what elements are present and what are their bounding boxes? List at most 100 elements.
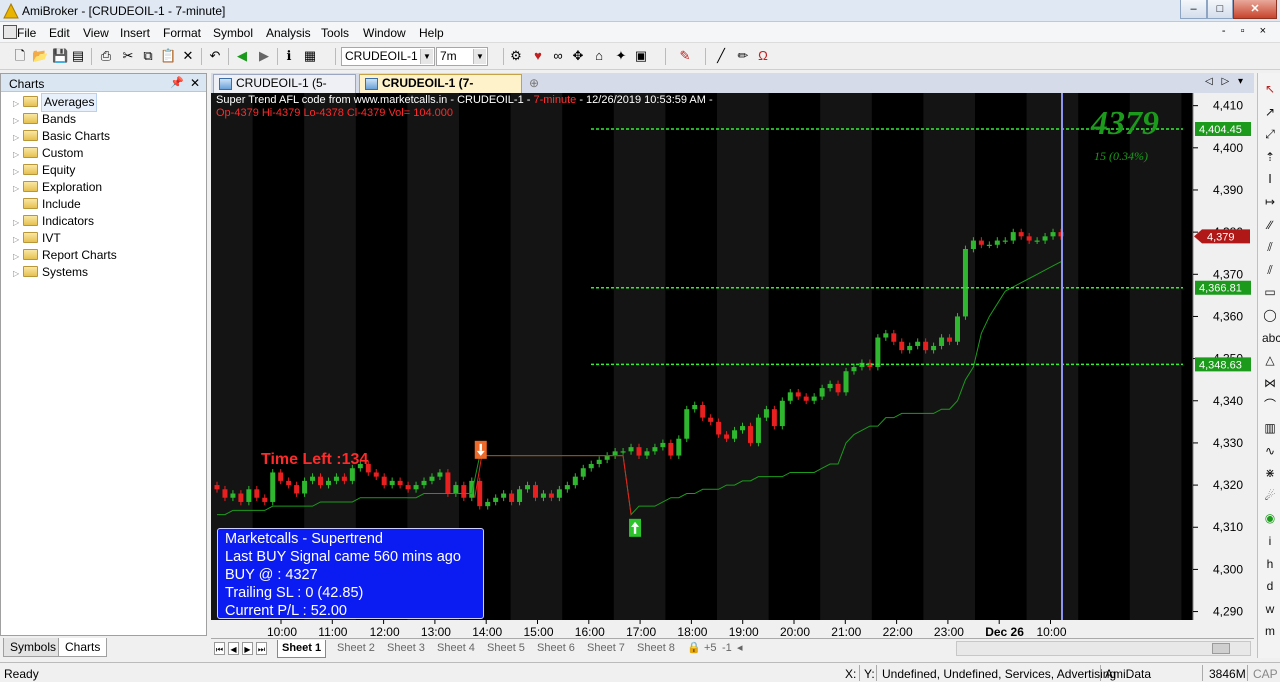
info-icon[interactable]: ℹ (281, 48, 297, 64)
tab-sheet-6[interactable]: Sheet 6 (533, 640, 579, 658)
pencil-icon[interactable]: ✏ (735, 48, 751, 64)
copy-icon[interactable]: ⧉ (140, 48, 156, 64)
drawing-tool-1-icon[interactable]: ↗ (1262, 104, 1278, 120)
document-icon[interactable] (3, 25, 17, 39)
save-all-icon[interactable]: ▤ (70, 48, 86, 64)
drawing-tool-12-icon[interactable]: △ (1262, 352, 1278, 368)
tree-item-include[interactable]: Include (13, 196, 81, 213)
minimize-button[interactable]: – (1180, 0, 1207, 19)
magnet-icon[interactable]: Ω (755, 48, 771, 64)
drawing-tool-8-icon[interactable]: ⫽ (1262, 262, 1278, 278)
scrollbar-thumb[interactable] (1212, 643, 1230, 654)
tab-sheet-2[interactable]: Sheet 2 (333, 640, 379, 658)
expander-icon[interactable]: ▷ (13, 112, 23, 129)
tree-item-indicators[interactable]: ▷ Indicators (13, 213, 94, 230)
new-icon[interactable]: 🗋 (12, 48, 28, 64)
drawing-tool-18-icon[interactable]: ☄ (1262, 488, 1278, 504)
drawing-tool-0-icon[interactable]: ↖ (1262, 81, 1278, 97)
pin-icon[interactable]: 📌 (170, 76, 184, 89)
chevron-down-icon[interactable]: ▼ (473, 49, 486, 64)
menu-insert[interactable]: Insert (120, 26, 150, 40)
expander-icon[interactable]: ▷ (13, 95, 23, 112)
menu-help[interactable]: Help (419, 26, 444, 40)
drawing-tool-9-icon[interactable]: ▭ (1262, 284, 1278, 300)
cut-icon[interactable]: ✂ (120, 48, 136, 64)
expander-icon[interactable]: ▷ (13, 214, 23, 231)
expander-icon[interactable]: ▷ (13, 231, 23, 248)
tree-item-averages[interactable]: ▷ Averages (13, 93, 98, 112)
price-chart[interactable]: 4,4104,4004,3904,3804,3704,3604,3504,340… (211, 93, 1254, 638)
tab-symbols[interactable]: Symbols (3, 638, 64, 657)
color-pen-icon[interactable]: ✎ (677, 48, 693, 64)
drawing-tool-7-icon[interactable]: ⫽ (1262, 239, 1278, 255)
print-icon[interactable]: ⎙ (98, 48, 114, 64)
paste-icon[interactable]: 📋 (160, 48, 176, 64)
drawing-tool-24-icon[interactable]: m (1262, 623, 1278, 639)
drawing-tool-20-icon[interactable]: i (1262, 533, 1278, 549)
tree-item-systems[interactable]: ▷ Systems (13, 264, 88, 281)
tab-charts[interactable]: Charts (58, 638, 108, 657)
drawing-tool-6-icon[interactable]: ∕∕ (1262, 217, 1278, 233)
menu-symbol[interactable]: Symbol (213, 26, 253, 40)
drawing-tool-2-icon[interactable]: ⤢ (1262, 126, 1278, 142)
open-folder-icon[interactable]: 📂 (32, 48, 48, 64)
zoom-icon[interactable]: ∞ (550, 48, 566, 64)
save-icon[interactable]: 💾 (52, 48, 68, 64)
drawing-tool-19-icon[interactable]: ◉ (1262, 510, 1278, 526)
menu-window[interactable]: Window (363, 26, 406, 40)
menu-format[interactable]: Format (163, 26, 201, 40)
close-icon[interactable]: ✕ (190, 76, 200, 90)
tree-item-bands[interactable]: ▷ Bands (13, 111, 76, 128)
drawing-tool-10-icon[interactable]: ◯ (1262, 307, 1278, 323)
tab-sheet-8[interactable]: Sheet 8 (633, 640, 679, 658)
screen-icon[interactable]: ▣ (633, 48, 649, 64)
scroll-left-icon[interactable]: ◂ (733, 640, 747, 658)
next-sheet-icon[interactable]: ▶ (242, 642, 253, 655)
favorite-icon[interactable]: ♥ (530, 48, 546, 64)
menu-edit[interactable]: Edit (49, 26, 70, 40)
tree-item-exploration[interactable]: ▷ Exploration (13, 179, 102, 196)
prev-sheet-icon[interactable]: ◀ (228, 642, 239, 655)
tab-sheet-7[interactable]: Sheet 7 (583, 640, 629, 658)
close-button[interactable]: ✕ (1233, 0, 1277, 19)
symbol-combo[interactable]: CRUDEOIL-1 ▼ (341, 47, 435, 66)
drawing-tool-17-icon[interactable]: ⋇ (1262, 465, 1278, 481)
expander-icon[interactable]: ▷ (13, 248, 23, 265)
drawing-tool-23-icon[interactable]: w (1262, 601, 1278, 617)
tab-sheet-5[interactable]: Sheet 5 (483, 640, 529, 658)
undo-icon[interactable]: ↶ (207, 48, 223, 64)
drawing-tool-22-icon[interactable]: d (1262, 578, 1278, 594)
menu-tools[interactable]: Tools (321, 26, 349, 40)
expander-icon[interactable]: ▷ (13, 163, 23, 180)
drawing-tool-14-icon[interactable]: ⌒ (1262, 397, 1278, 413)
tree-item-equity[interactable]: ▷ Equity (13, 162, 75, 179)
tree-item-report-charts[interactable]: ▷ Report Charts (13, 247, 117, 264)
menu-view[interactable]: View (83, 26, 109, 40)
tab-crudeoil-5-minute[interactable]: CRUDEOIL-1 (5-minute) (213, 74, 356, 107)
interval-combo[interactable]: 7m ▼ (436, 47, 488, 66)
maximize-button[interactable]: □ (1207, 0, 1233, 19)
menu-file[interactable]: File (17, 26, 36, 40)
forward-icon[interactable]: ▶ (256, 48, 272, 64)
mdi-controls[interactable]: - ▫ × (1222, 25, 1272, 37)
horizontal-scrollbar[interactable] (956, 641, 1251, 656)
chart-properties-icon[interactable]: ▦ (302, 48, 318, 64)
expander-icon[interactable]: ▷ (13, 146, 23, 163)
house-icon[interactable]: ⌂ (591, 48, 607, 64)
back-icon[interactable]: ◀ (234, 48, 250, 64)
drawing-tool-11-icon[interactable]: abc (1262, 330, 1280, 346)
cursor-icon[interactable]: ✥ (570, 48, 586, 64)
drawing-tool-21-icon[interactable]: h (1262, 556, 1278, 572)
last-sheet-icon[interactable]: ⏭ (256, 642, 267, 655)
tree-item-custom[interactable]: ▷ Custom (13, 145, 83, 162)
drawing-tool-3-icon[interactable]: ⇡ (1262, 149, 1278, 165)
first-sheet-icon[interactable]: ⏮ (214, 642, 225, 655)
drawing-tool-16-icon[interactable]: ∿ (1262, 443, 1278, 459)
tab-sheet-4[interactable]: Sheet 4 (433, 640, 479, 658)
tools-icon[interactable]: ⚙ (508, 48, 524, 64)
new-tab-icon[interactable]: ⊕ (529, 76, 539, 90)
wand-icon[interactable]: ✦ (613, 48, 629, 64)
line-tool-icon[interactable]: ╱ (713, 48, 729, 64)
drawing-tool-4-icon[interactable]: Ⅰ (1262, 171, 1278, 187)
tab-sheet-3[interactable]: Sheet 3 (383, 640, 429, 658)
